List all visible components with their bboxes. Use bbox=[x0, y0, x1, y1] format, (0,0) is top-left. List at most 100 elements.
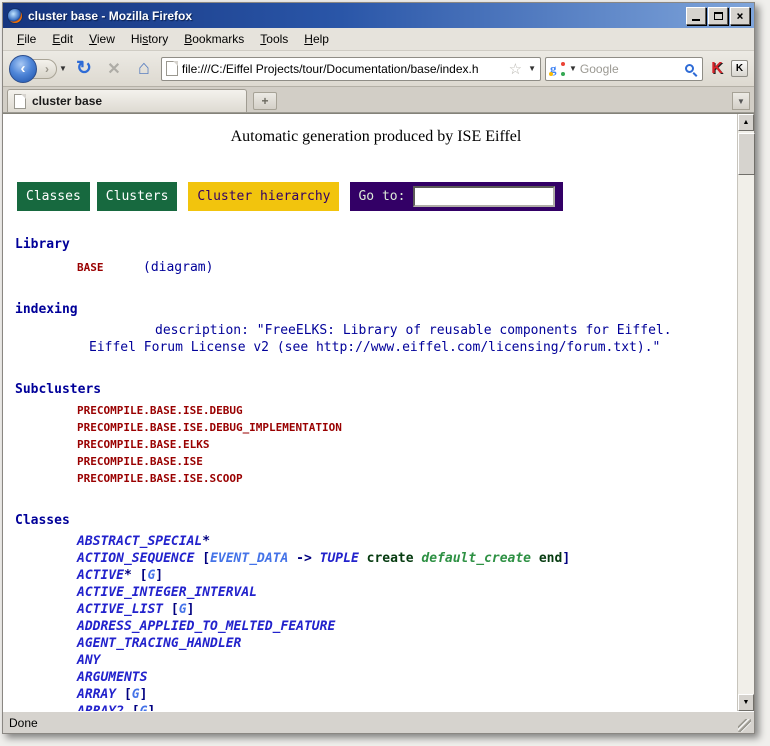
class-segment-plain: [ bbox=[124, 704, 140, 711]
class-segment-cls[interactable]: ACTIVE_INTEGER_INTERVAL bbox=[77, 585, 257, 600]
class-entry[interactable]: ARRAY2 [G] bbox=[15, 703, 737, 711]
class-entry[interactable]: ADDRESS_APPLIED_TO_MELTED_FEATURE bbox=[15, 618, 737, 635]
search-input[interactable] bbox=[580, 62, 682, 76]
subcluster-link[interactable]: PRECOMPILE.BASE.ISE bbox=[15, 453, 737, 470]
reload-button[interactable]: ↻ bbox=[71, 56, 97, 82]
class-segment-plain bbox=[531, 551, 539, 566]
class-entry[interactable]: ACTIVE* [G] bbox=[15, 567, 737, 584]
kaspersky-icon[interactable]: K bbox=[707, 60, 727, 78]
class-segment-plain: * [ bbox=[124, 568, 147, 583]
class-segment-cls[interactable]: ARGUMENTS bbox=[77, 670, 147, 685]
scrollbar-thumb[interactable] bbox=[738, 133, 755, 175]
title-bar[interactable]: cluster base - Mozilla Firefox × bbox=[3, 3, 754, 28]
class-segment-cls[interactable]: ACTION_SEQUENCE bbox=[77, 551, 194, 566]
subcluster-link[interactable]: PRECOMPILE.BASE.ISE.DEBUG bbox=[15, 402, 737, 419]
class-segment-cls[interactable]: ADDRESS_APPLIED_TO_MELTED_FEATURE bbox=[77, 619, 335, 634]
menu-tools[interactable]: Tools bbox=[252, 29, 296, 49]
class-segment-gen: EVENT_DATA bbox=[210, 551, 288, 566]
menu-bar: FileEditViewHistoryBookmarksToolsHelp bbox=[3, 28, 754, 51]
document-page: Automatic generation produced by ISE Eif… bbox=[3, 114, 737, 711]
class-segment-cls[interactable]: AGENT_TRACING_HANDLER bbox=[77, 636, 241, 651]
class-segment-cls[interactable]: ACTIVE_LIST bbox=[77, 602, 163, 617]
class-entry[interactable]: ARGUMENTS bbox=[15, 669, 737, 686]
clusters-button[interactable]: Clusters bbox=[97, 182, 178, 211]
menu-history[interactable]: History bbox=[123, 29, 176, 49]
class-segment-plain: ] bbox=[187, 602, 195, 617]
class-segment-feat: default_create bbox=[421, 551, 531, 566]
indexing-description-line1: description: "FreeELKS: Library of reusa… bbox=[15, 322, 737, 339]
resize-grip[interactable] bbox=[738, 719, 751, 732]
doc-nav-buttons: Classes Clusters Cluster hierarchy Go to… bbox=[17, 182, 737, 211]
class-entry[interactable]: AGENT_TRACING_HANDLER bbox=[15, 635, 737, 652]
class-segment-plain: [ bbox=[194, 551, 210, 566]
subcluster-link[interactable]: PRECOMPILE.BASE.ELKS bbox=[15, 436, 737, 453]
maximize-button[interactable] bbox=[708, 7, 728, 25]
back-forward-group: ‹ › ▼ bbox=[9, 55, 67, 83]
close-icon: × bbox=[736, 10, 743, 22]
address-bar[interactable]: file:///C:/Eiffel Projects/tour/Document… bbox=[161, 57, 541, 81]
back-button[interactable]: ‹ bbox=[9, 55, 37, 83]
goto-input[interactable] bbox=[413, 186, 555, 207]
status-bar: Done bbox=[3, 711, 754, 733]
bookmark-star-icon[interactable]: ☆ bbox=[509, 60, 522, 78]
class-entry[interactable]: ANY bbox=[15, 652, 737, 669]
subcluster-link[interactable]: PRECOMPILE.BASE.ISE.SCOOP bbox=[15, 470, 737, 487]
class-list: ABSTRACT_SPECIAL*ACTION_SEQUENCE [EVENT_… bbox=[15, 533, 737, 711]
section-subclusters: Subclusters PRECOMPILE.BASE.ISE.DEBUGPRE… bbox=[15, 382, 737, 487]
search-icon[interactable] bbox=[685, 64, 694, 73]
classes-button[interactable]: Classes bbox=[17, 182, 90, 211]
class-segment-plain: [ bbox=[116, 687, 132, 702]
minimize-button[interactable] bbox=[686, 7, 706, 25]
scroll-up-button[interactable]: ▲ bbox=[738, 114, 754, 131]
class-entry[interactable]: ABSTRACT_SPECIAL* bbox=[15, 533, 737, 550]
firefox-window: cluster base - Mozilla Firefox × FileEdi… bbox=[2, 2, 755, 734]
class-segment-plain: -> bbox=[288, 551, 319, 566]
class-entry[interactable]: ACTION_SEQUENCE [EVENT_DATA -> TUPLE cre… bbox=[15, 550, 737, 567]
class-segment-cls[interactable]: ACTIVE bbox=[77, 568, 124, 583]
section-classes: Classes ABSTRACT_SPECIAL*ACTION_SEQUENCE… bbox=[15, 513, 737, 711]
class-segment-plain: ] bbox=[147, 704, 155, 711]
class-segment-gen: G bbox=[132, 687, 140, 702]
tab-bar: cluster base + ▼ bbox=[3, 87, 754, 113]
class-entry[interactable]: ACTIVE_INTEGER_INTERVAL bbox=[15, 584, 737, 601]
tab-list-dropdown-button[interactable]: ▼ bbox=[732, 92, 750, 110]
class-entry[interactable]: ARRAY [G] bbox=[15, 686, 737, 703]
search-engine-dropdown-icon[interactable]: ▼ bbox=[569, 64, 577, 73]
close-button[interactable]: × bbox=[730, 7, 750, 25]
search-box[interactable]: g ▼ bbox=[545, 57, 703, 81]
class-entry[interactable]: ACTIVE_LIST [G] bbox=[15, 601, 737, 618]
vertical-scrollbar[interactable]: ▲ ▼ bbox=[737, 114, 754, 711]
k-extension-button[interactable]: K bbox=[731, 60, 748, 77]
scroll-down-button[interactable]: ▼ bbox=[738, 694, 754, 711]
stop-button[interactable]: ✕ bbox=[101, 56, 127, 82]
class-segment-cls[interactable]: ANY bbox=[77, 653, 100, 668]
library-name-link[interactable]: BASE bbox=[77, 259, 143, 276]
scrollbar-track[interactable] bbox=[738, 131, 754, 694]
maximize-icon bbox=[714, 12, 723, 20]
history-dropdown-icon[interactable]: ▼ bbox=[59, 64, 67, 73]
doc-header: Automatic generation produced by ISE Eif… bbox=[15, 128, 737, 146]
cluster-hierarchy-button[interactable]: Cluster hierarchy bbox=[188, 182, 339, 211]
menu-bookmarks[interactable]: Bookmarks bbox=[176, 29, 252, 49]
url-dropdown-icon[interactable]: ▼ bbox=[528, 64, 536, 73]
subcluster-link[interactable]: PRECOMPILE.BASE.ISE.DEBUG_IMPLEMENTATION bbox=[15, 419, 737, 436]
menu-edit[interactable]: Edit bbox=[44, 29, 81, 49]
class-segment-cls[interactable]: ARRAY2 bbox=[77, 704, 124, 711]
class-segment-plain: ] bbox=[562, 551, 570, 566]
goto-label: Go to: bbox=[358, 189, 405, 204]
menu-view[interactable]: View bbox=[81, 29, 123, 49]
class-segment-cls[interactable]: ABSTRACT_SPECIAL bbox=[77, 534, 202, 549]
class-segment-cls[interactable]: TUPLE bbox=[320, 551, 359, 566]
tab-cluster-base[interactable]: cluster base bbox=[7, 89, 247, 112]
goto-box: Go to: bbox=[350, 182, 563, 211]
library-diagram-link[interactable]: (diagram) bbox=[143, 260, 213, 275]
indexing-description-line2: Eiffel Forum License v2 (see http://www.… bbox=[15, 339, 737, 356]
class-segment-kw: end bbox=[539, 551, 562, 566]
class-segment-cls[interactable]: ARRAY bbox=[77, 687, 116, 702]
menu-file[interactable]: File bbox=[9, 29, 44, 49]
url-text[interactable]: file:///C:/Eiffel Projects/tour/Document… bbox=[182, 62, 505, 76]
home-button[interactable]: ⌂ bbox=[131, 56, 157, 82]
menu-help[interactable]: Help bbox=[296, 29, 337, 49]
new-tab-button[interactable]: + bbox=[253, 92, 277, 110]
google-icon: g bbox=[550, 62, 564, 76]
